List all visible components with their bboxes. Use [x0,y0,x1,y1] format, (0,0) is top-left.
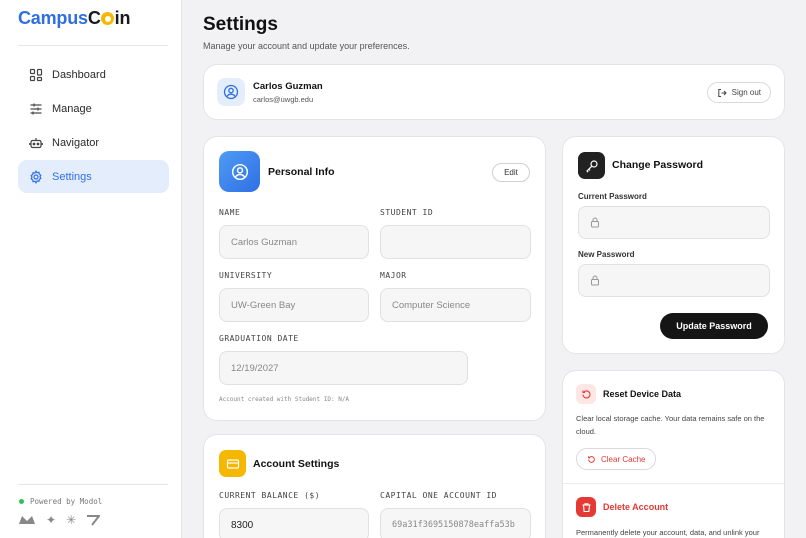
brand-part2-prefix: C [87,8,101,28]
delete-tile [576,497,596,517]
sidebar-item-label: Dashboard [52,68,106,81]
sidebar-bottom-divider [18,484,168,485]
sidebar-item-settings[interactable]: Settings [18,160,169,193]
update-password-button[interactable]: Update Password [660,313,768,339]
credit-card-icon [226,458,239,469]
capital-one-id-label: CAPITAL ONE ACCOUNT ID [380,491,497,500]
account-created-note: Account created with Student ID: N/A [219,396,350,403]
reset-tile [576,384,596,404]
sidebar: CampusC in Dashboard Manage Navigator Set… [0,0,182,538]
reset-icon [588,455,595,463]
user-icon [231,163,248,180]
student-id-label: STUDENT ID [380,208,434,217]
brand-part2-suffix: in [114,8,131,28]
avatar [217,78,245,106]
account-settings-tile [219,450,246,477]
personal-info-title: Personal Info [268,166,335,178]
card-divider [563,483,784,484]
graduation-date-field[interactable]: 12/19/2027 [219,351,468,385]
sign-out-icon [717,88,727,97]
major-field[interactable]: Computer Science [380,288,531,322]
edit-button[interactable]: Edit [492,163,530,182]
capital-one-id-field[interactable]: 69a31f3695150878eaffa53b [380,508,531,538]
clear-cache-label: Clear Cache [601,454,646,464]
account-settings-card: Account Settings CURRENT BALANCE ($) 830… [203,434,546,538]
partner-logo-m-icon [19,516,35,524]
reset-icon [581,389,590,398]
profile-name: Carlos Guzman [253,81,323,92]
sparkle-icon: ✦ [46,513,57,527]
sidebar-item-manage[interactable]: Manage [18,92,169,125]
sidebar-divider [18,45,168,46]
grid-icon [29,68,43,82]
profile-card: Carlos Guzman carlos@uwgb.edu Sign out [203,64,785,120]
gear-icon [29,169,43,184]
sign-out-label: Sign out [731,88,761,97]
account-settings-title: Account Settings [253,458,340,470]
page-title: Settings [203,14,278,35]
change-password-card: Change Password Current Password New Pas… [562,136,785,354]
change-password-tile [578,152,605,179]
major-label: MAJOR [380,271,407,280]
new-password-input[interactable] [578,264,770,297]
sidebar-nav: Dashboard Manage Navigator Settings [18,58,169,194]
coin-icon [101,12,115,25]
delete-account-title: Delete Account [603,502,669,512]
profile-email: carlos@uwgb.edu [253,95,314,104]
page-subtitle: Manage your account and update your pref… [203,41,410,51]
status-dot-icon [19,499,24,504]
device-data-card: Reset Device Data Clear local storage ca… [562,370,785,538]
user-icon [223,84,239,100]
arrow-logo-icon [87,515,101,526]
lock-icon [591,275,599,286]
powered-by-text: Powered by Modol [30,497,103,506]
key-icon [585,159,598,173]
sidebar-item-dashboard[interactable]: Dashboard [18,58,169,91]
university-label: UNIVERSITY [219,271,273,280]
sidebar-item-label: Navigator [52,136,100,149]
personal-info-tile [219,151,260,192]
university-field[interactable]: UW-Green Bay [219,288,369,322]
balance-field[interactable]: 8300 [219,508,369,538]
name-label: NAME [219,208,241,217]
partner-logos: ✦ ✳ [18,513,101,527]
sidebar-item-label: Settings [52,170,92,183]
lock-icon [591,217,599,228]
sidebar-item-label: Manage [52,102,92,115]
sliders-icon [29,102,43,116]
sign-out-button[interactable]: Sign out [706,82,771,103]
reset-device-title: Reset Device Data [603,389,682,399]
trash-icon [582,502,590,512]
new-password-label: New Password [578,250,635,259]
reset-device-description: Clear local storage cache. Your data rem… [576,414,765,436]
robot-icon [29,136,43,150]
delete-account-description: Permanently delete your account, data, a… [576,528,760,537]
change-password-title: Change Password [612,159,704,171]
brand-part1: Campus [18,8,88,28]
brand-logo[interactable]: CampusC in [18,8,130,29]
current-password-input[interactable] [578,206,770,239]
clear-cache-button[interactable]: Clear Cache [576,448,657,470]
balance-label: CURRENT BALANCE ($) [219,491,321,500]
asterisk-icon: ✳ [66,513,77,527]
current-password-label: Current Password [578,192,647,201]
graduation-date-label: GRADUATION DATE [219,334,299,343]
powered-by: Powered by Modol [19,497,102,506]
personal-info-card: Personal Info Edit NAME Carlos Guzman ST… [203,136,546,421]
name-field[interactable]: Carlos Guzman [219,225,369,259]
sidebar-item-navigator[interactable]: Navigator [18,126,169,159]
student-id-field[interactable] [380,225,531,259]
